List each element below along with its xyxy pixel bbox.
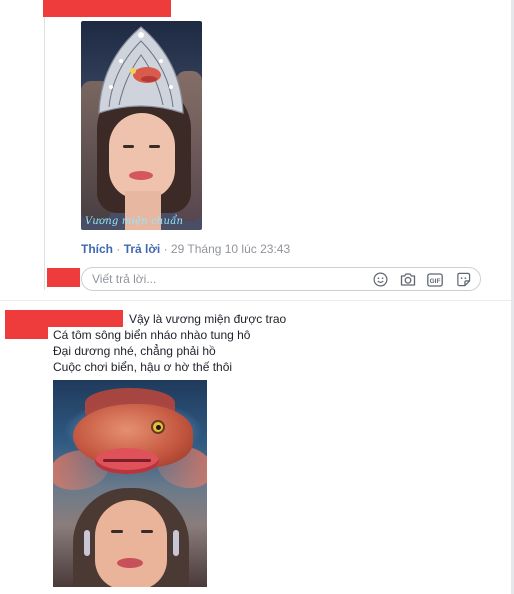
emoji-icon[interactable]	[372, 271, 389, 288]
reply-timestamp[interactable]: 29 Tháng 10 lúc 23:43	[171, 242, 290, 256]
comment-divider	[0, 300, 511, 301]
like-link[interactable]: Thích	[81, 242, 113, 256]
reply-actions: Thích · Trả lời · 29 Tháng 10 lúc 23:43	[81, 242, 290, 256]
photo-earring	[84, 530, 90, 556]
fish-eye	[151, 420, 165, 434]
photo-lips	[129, 171, 153, 180]
reply-thread-line	[44, 0, 45, 290]
sticker-icon[interactable]	[455, 271, 472, 288]
redacted-avatar	[47, 268, 80, 287]
comment-line: Vậy là vương miện được trao	[129, 312, 287, 326]
photo-lips	[117, 558, 143, 568]
separator-dot: ·	[163, 242, 168, 256]
image-watermark-caption: Vương miện chuẩn	[85, 216, 184, 227]
photo-face	[95, 500, 167, 587]
reply-link[interactable]: Trả lời	[124, 242, 161, 256]
photo-eye	[123, 145, 134, 148]
redacted-author-name[interactable]	[43, 0, 171, 17]
reply-composer[interactable]: GIF	[81, 267, 481, 291]
comment-photo-fish-crown[interactable]	[53, 380, 207, 587]
camera-icon[interactable]	[399, 271, 416, 288]
gif-icon[interactable]: GIF	[426, 271, 443, 288]
photo-earring	[173, 530, 179, 556]
reply-photo-crowned-woman[interactable]: Vương miện chuẩn	[81, 21, 202, 230]
redacted-avatar	[5, 327, 48, 339]
reply-input[interactable]	[92, 271, 342, 287]
crown-graphic	[98, 26, 184, 114]
photo-eye	[111, 530, 123, 533]
comment-line: Cá tôm sông biển nháo nhào tung hô	[53, 328, 251, 342]
fish-lips	[95, 448, 159, 474]
photo-eye	[149, 145, 160, 148]
separator-dot: ·	[116, 242, 121, 256]
comment-line: Cuộc chơi biển, hậu ơ hờ thế thôi	[53, 360, 233, 374]
gif-label: GIF	[429, 277, 440, 284]
redacted-avatar-name[interactable]	[5, 310, 123, 327]
photo-eye	[141, 530, 153, 533]
comment-line: Đại dương nhé, chẳng phải hồ	[53, 344, 216, 358]
